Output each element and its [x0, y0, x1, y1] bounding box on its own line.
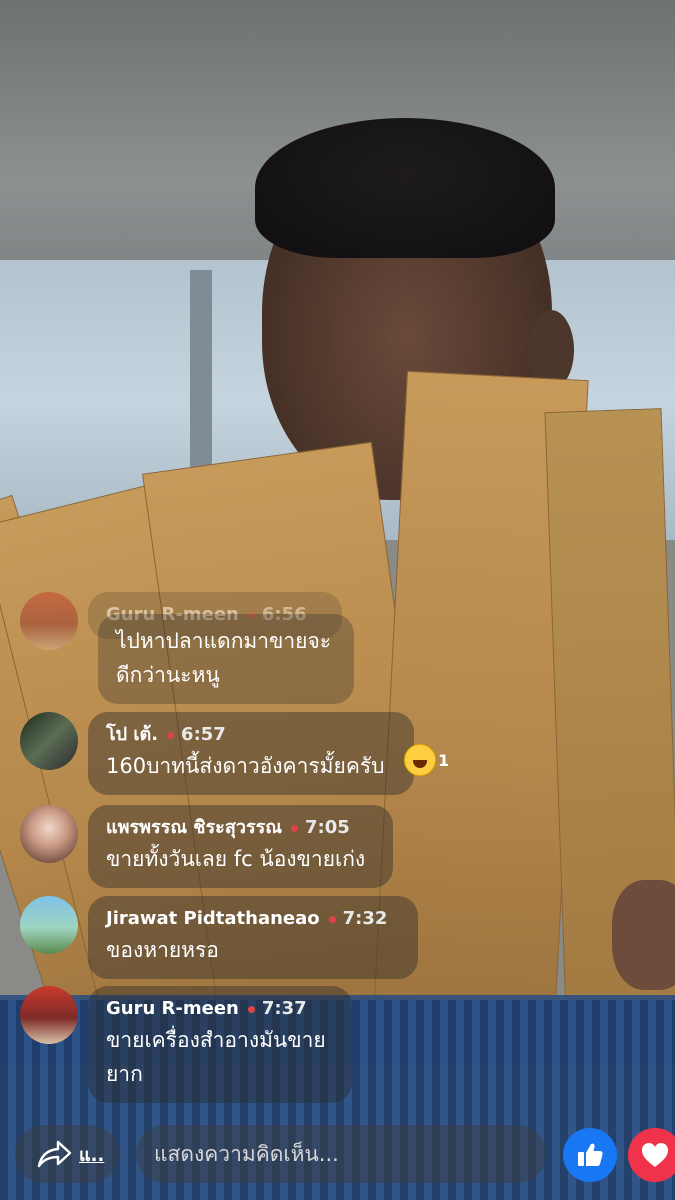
comment-input[interactable]	[136, 1125, 546, 1183]
comment-text: ขายทั้งวันเลย fc น้องขายเก่ง	[106, 847, 366, 871]
comment-bubble: Jirawat Pidtathaneao 7:32 ของหายหรอ	[88, 896, 418, 979]
reaction-count: 1	[438, 750, 450, 770]
comment-bubble: ไปหาปลาแดกมาขายจะ ดีกว่านะหนู	[98, 614, 354, 704]
avatar[interactable]	[20, 896, 78, 954]
comment-bubble: โป เต้. 6:57 160บาทนี้ส่งดาวอังคารมั้ยคร…	[88, 712, 414, 795]
share-button[interactable]: แ..	[15, 1125, 119, 1183]
comment-item[interactable]: แพรพรรณ ชิระสุวรรณ 7:05 ขายทั้งวันเลย fc…	[20, 805, 393, 888]
comment-bubble: Guru R-meen 7:37 ขายเครื่องสำอางมันขาย ย…	[88, 986, 352, 1103]
avatar[interactable]	[20, 712, 78, 770]
comment-time: 6:57	[181, 724, 226, 745]
comment-item[interactable]: Guru R-meen 7:37 ขายเครื่องสำอางมันขาย ย…	[20, 986, 352, 1103]
heart-icon	[642, 1143, 668, 1167]
avatar[interactable]	[20, 592, 78, 650]
comment-time: 7:37	[261, 998, 307, 1019]
like-button[interactable]	[563, 1128, 617, 1182]
commenter-name[interactable]: Guru R-meen	[106, 997, 239, 1021]
thumbs-up-icon	[578, 1143, 603, 1166]
time-dot	[328, 915, 336, 923]
commenter-name[interactable]: Jirawat Pidtathaneao	[106, 907, 320, 931]
comment-text: 160บาทนี้ส่งดาวอังคารมั้ยครับ	[106, 754, 385, 778]
comment-item[interactable]: โป เต้. 6:57 160บาทนี้ส่งดาวอังคารมั้ยคร…	[20, 712, 414, 795]
comment-bubble: แพรพรรณ ชิระสุวรรณ 7:05 ขายทั้งวันเลย fc…	[88, 805, 393, 888]
comment-text: ไปหาปลาแดกมาขายจะ ดีกว่านะหนู	[116, 629, 332, 687]
comment-item[interactable]: Jirawat Pidtathaneao 7:32 ของหายหรอ	[20, 896, 418, 979]
avatar[interactable]	[20, 986, 78, 1044]
comment-text: ขายเครื่องสำอางมันขาย ยาก	[106, 1028, 326, 1086]
time-dot	[290, 824, 298, 832]
live-comments: Guru R-meen 6:56 ไปหาปลาแดกมาขายจะ ดีกว่…	[0, 0, 675, 1200]
share-label: แ..	[79, 1144, 105, 1166]
time-dot	[167, 731, 175, 739]
commenter-name[interactable]: แพรพรรณ ชิระสุวรรณ	[106, 816, 282, 840]
comment-time: 7:32	[342, 908, 388, 929]
time-dot	[247, 1005, 255, 1013]
comment-time: 7:05	[304, 817, 350, 838]
comment-reaction[interactable]: 1	[404, 744, 449, 776]
commenter-name[interactable]: โป เต้.	[106, 723, 158, 747]
comment-text: ของหายหรอ	[106, 938, 219, 962]
haha-emoji-icon	[404, 744, 436, 776]
love-button[interactable]	[628, 1128, 675, 1182]
bottom-action-bar: แ..	[0, 1125, 675, 1185]
comment-item[interactable]: ไปหาปลาแดกมาขายจะ ดีกว่านะหนู	[88, 614, 354, 704]
avatar[interactable]	[20, 805, 78, 863]
share-arrow-icon	[37, 1140, 72, 1168]
